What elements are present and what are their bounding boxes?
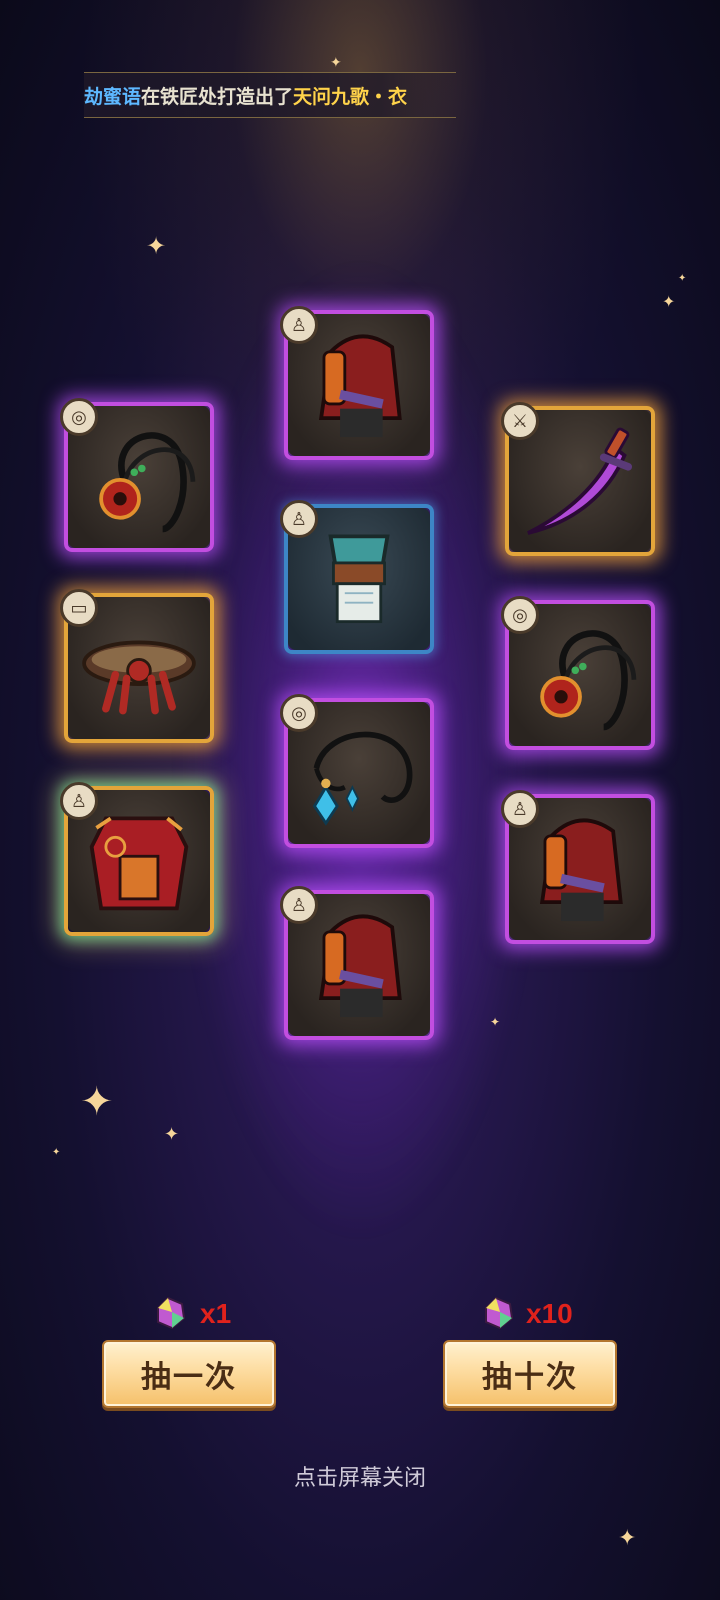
reward-slot-teal-vest[interactable]: ♙ <box>280 500 434 654</box>
sparkle-icon: ✦ <box>146 232 167 260</box>
reward-slot-dragon-necklace[interactable]: ◎ <box>60 398 214 552</box>
necklace-icon: ◎ <box>501 596 539 634</box>
reward-slot-hooded-armor-1[interactable]: ♙ <box>280 306 434 460</box>
necklace-icon: ◎ <box>280 694 318 732</box>
necklace-icon: ◎ <box>60 398 98 436</box>
sparkle-icon: ✦ <box>164 1124 180 1145</box>
announcement-banner: 劫蜜语 在铁匠处打造出了 天问九歌・衣 <box>84 72 456 118</box>
armor-icon: ♙ <box>280 306 318 344</box>
sparkle-icon: ✦ <box>330 55 342 71</box>
announcement-user: 劫蜜语 <box>84 85 142 108</box>
announcement-text: 在铁匠处打造出了 <box>141 85 294 108</box>
draw-ten-cost: x10 <box>526 1298 573 1329</box>
draw-ten-button[interactable]: 抽十次 <box>443 1340 617 1408</box>
reward-slot-hooded-armor-3[interactable]: ♙ <box>501 790 655 944</box>
reward-slot-red-robe[interactable]: ♙ <box>60 782 214 936</box>
armor-icon: ♙ <box>501 790 539 828</box>
weapon-icon: ⚔ <box>501 402 539 440</box>
sparkle-icon: ✦ <box>80 1079 114 1125</box>
sparkle-icon: ✦ <box>52 1147 61 1158</box>
reward-slot-purple-sabre[interactable]: ⚔ <box>501 402 655 556</box>
reward-slot-hooded-armor-2[interactable]: ♙ <box>280 886 434 1040</box>
draw-once-cost: x1 <box>200 1298 232 1329</box>
reward-slot-tasseled-belt[interactable]: ▭ <box>60 589 214 743</box>
tap-to-close-hint[interactable]: 点击屏幕关闭 <box>0 1460 720 1492</box>
crystal-gem-icon <box>485 1296 514 1330</box>
sparkle-icon: ✦ <box>678 273 687 284</box>
sparkle-icon: ✦ <box>662 292 676 311</box>
armor-icon: ♙ <box>60 782 98 820</box>
armor-icon: ♙ <box>280 886 318 924</box>
reward-slot-dragon-necklace-2[interactable]: ◎ <box>501 596 655 750</box>
belt-icon: ▭ <box>60 589 98 627</box>
crystal-gem-icon <box>157 1296 186 1330</box>
armor-icon: ♙ <box>280 500 318 538</box>
sparkle-icon: ✦ <box>618 1526 637 1551</box>
announcement-item: 天问九歌・衣 <box>293 85 408 108</box>
sparkle-icon: ✦ <box>490 1015 501 1029</box>
draw-once-button[interactable]: 抽一次 <box>102 1340 276 1408</box>
reward-slot-crystal-necklace[interactable]: ◎ <box>280 694 434 848</box>
